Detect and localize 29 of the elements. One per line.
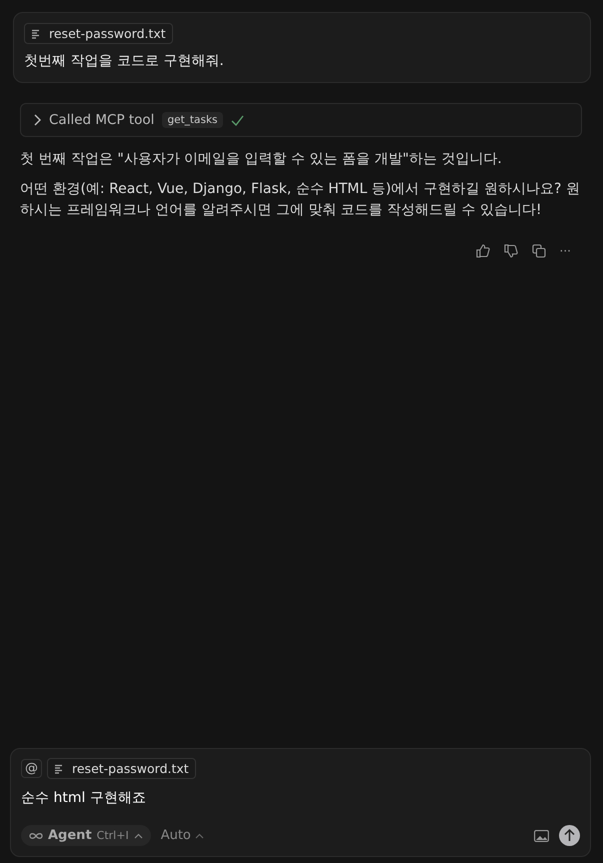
send-button[interactable]	[559, 825, 580, 846]
file-chip[interactable]: reset-password.txt	[24, 23, 173, 44]
response-paragraph: 어떤 환경(예: React, Vue, Django, Flask, 순수 HTML 등)에서 구현하길 원하시나요? 원하시는 프레임워크나 언어를 알려주시면 그에 맞춰 코드를 작성해드릴 수 있습니다!	[20, 180, 581, 220]
file-name: reset-password.txt	[72, 761, 189, 776]
model-selector[interactable]: Auto	[160, 828, 204, 843]
more-button[interactable]: ···	[560, 244, 571, 258]
shortcut-label: Ctrl+I	[96, 829, 129, 842]
model-label: Auto	[160, 828, 191, 843]
caret-icon	[194, 832, 204, 838]
file-chip[interactable]: reset-password.txt	[47, 758, 196, 779]
tool-name: get_tasks	[162, 112, 223, 128]
message-text: 첫번째 작업을 코드로 구현해줘.	[24, 52, 225, 70]
copy-icon[interactable]	[532, 244, 546, 258]
tool-call-row[interactable]: Called MCP tool get_tasks	[20, 103, 582, 137]
caret-icon	[134, 832, 143, 838]
thumbs-down-icon[interactable]	[504, 244, 518, 258]
file-name: reset-password.txt	[49, 26, 166, 41]
message-input[interactable]: 순수 html 구현해죠	[21, 789, 580, 825]
infinity-icon	[29, 832, 43, 840]
thumbs-up-icon[interactable]	[476, 244, 490, 258]
image-icon[interactable]	[534, 830, 549, 842]
file-icon	[54, 764, 64, 774]
mode-label: Agent	[48, 828, 92, 843]
response-paragraph: 첫 번째 작업은 "사용자가 이메일을 입력할 수 있는 폼을 개발"하는 것입니다.	[20, 150, 503, 169]
mention-button[interactable]: @	[21, 759, 42, 778]
mode-selector[interactable]: Agent Ctrl+I	[21, 825, 151, 846]
tool-call-label: Called MCP tool	[49, 112, 154, 128]
file-icon	[31, 28, 41, 38]
chevron-right-icon	[33, 114, 41, 126]
